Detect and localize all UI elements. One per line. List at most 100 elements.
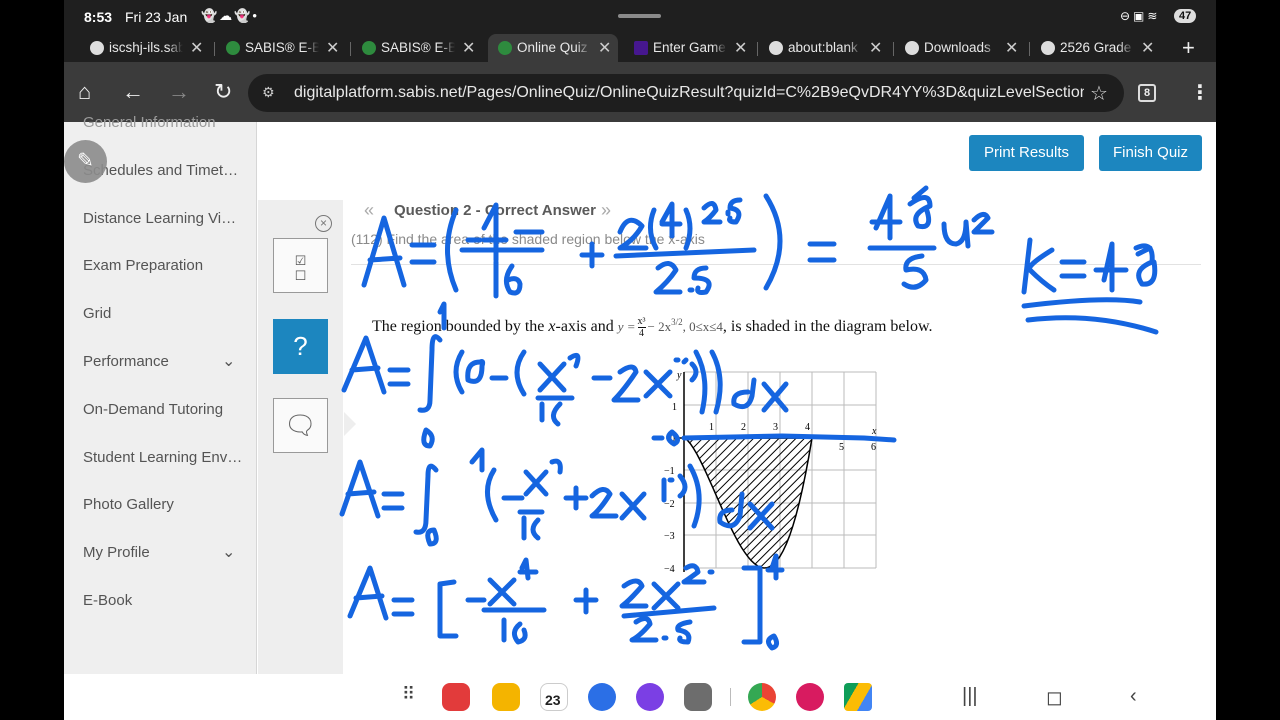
previous-question-icon[interactable]: « [364,200,374,221]
checklist-icon[interactable]: ☑ ☐ [273,238,328,293]
ink-stroke [741,565,763,645]
chevron-down-icon[interactable]: ⌄ [222,542,235,562]
tab-label: SABIS® E-Bo [381,40,455,55]
new-tab-icon[interactable]: + [1182,35,1195,61]
sidebar-item-grid[interactable]: Grid [83,305,111,322]
screen-recorder-app-icon[interactable] [796,683,824,711]
ink-stroke [613,247,757,259]
site-info-icon[interactable]: ⚙ [262,84,275,101]
close-icon[interactable]: ✕ [462,38,475,58]
clock: 8:53 [84,9,113,25]
app-drawer-icon[interactable]: ⠿ [402,684,415,705]
y-axis-label: y [676,370,682,381]
chevron-down-icon[interactable]: ⌄ [222,351,235,371]
drive-app-icon[interactable] [844,683,872,711]
ink-stroke [347,565,389,621]
home-icon[interactable]: ⌂ [78,80,91,104]
close-icon[interactable]: ✕ [190,38,203,58]
kahoot-icon [634,41,648,55]
ink-stroke [445,207,459,293]
function-domain: , 0≤x≤4 [682,319,723,335]
tab-4-active[interactable]: Online Quiz ✕ [488,34,618,62]
close-icon[interactable]: ✕ [1141,38,1154,58]
ink-stroke [611,364,673,403]
y-tick-label: −1 [664,466,675,477]
sidebar-item-performance[interactable]: Performance [83,353,169,370]
ink-stroke [391,597,415,617]
tab-6[interactable]: about:blank ✕ [769,34,889,62]
next-question-icon[interactable]: » [601,200,611,221]
sidebar-item-general-information[interactable]: General Information [83,114,216,131]
multiwindow-handle[interactable] [618,14,661,18]
sidebar-item-distance-learning[interactable]: Distance Learning Vi… [83,210,236,227]
ink-stroke [493,259,523,299]
sidebar-item-on-demand-tutoring[interactable]: On-Demand Tutoring [83,401,223,418]
ink-stroke [341,335,387,395]
ink-stroke [339,459,381,519]
tab-8[interactable]: 2526 Grade ✕ [1041,34,1161,62]
close-icon[interactable]: ✕ [734,38,747,58]
tab-1[interactable]: iscshj-ils.sab ✕ [90,34,210,62]
url-text[interactable]: digitalplatform.sabis.net/Pages/OnlineQu… [294,84,1084,102]
files-app-icon[interactable] [492,683,520,711]
back-nav-icon[interactable]: ‹ [1130,685,1137,708]
camera-app-icon[interactable] [684,683,712,711]
ink-stroke [1021,237,1057,295]
sidebar-item-exam-preparation[interactable]: Exam Preparation [83,257,203,274]
help-icon[interactable]: ? [273,319,328,374]
function-rhs: − 2x [647,319,672,335]
system-icons: ⊖▣≋ [1120,9,1161,23]
pen-edit-icon[interactable]: ✎ [64,140,107,183]
ink-stroke [469,447,485,473]
finish-quiz-button[interactable]: Finish Quiz [1099,135,1202,171]
y-tick-label: −4 [664,564,675,575]
close-icon[interactable]: × [315,215,332,232]
tab-5[interactable]: Enter Game ✕ [634,34,754,62]
question-toolbox: × ☑ ☐ ? 🗨 [258,200,343,674]
close-icon[interactable]: ✕ [598,38,611,58]
close-icon[interactable]: ✕ [1005,38,1018,58]
comment-icon[interactable]: 🗨 [273,398,328,453]
ink-stroke [417,334,443,413]
calendar-app-icon[interactable]: 23 [540,683,568,711]
bookmark-star-icon[interactable]: ☆ [1090,81,1108,106]
tab-switcher-button[interactable]: 8 [1138,84,1156,102]
tab-2[interactable]: SABIS® E-Bo ✕ [226,34,346,62]
messages-app-icon[interactable] [588,683,616,711]
ink-stroke [514,349,581,427]
ink-stroke [421,427,435,449]
sidebar-item-photo-gallery[interactable]: Photo Gallery [83,496,174,513]
tab-7[interactable]: Downloads ✕ [905,34,1025,62]
notes-app-icon[interactable] [442,683,470,711]
chrome-icon [1041,41,1055,55]
tab-3[interactable]: SABIS® E-Bo ✕ [362,34,482,62]
tablet-screen: 8:53 Fri 23 Jan 👻☁👻• ⊖▣≋ 47 iscshj-ils.s… [64,0,1216,720]
ink-stroke [589,487,647,521]
sidebar-item-student-learning[interactable]: Student Learning Env… [83,449,242,466]
fraction: x³ 4 [637,316,646,339]
print-results-button[interactable]: Print Results [969,135,1084,171]
forward-icon[interactable]: → [168,80,190,104]
question-subtitle: (112) Find the area of the shaded region… [351,231,705,247]
sidebar-item-my-profile[interactable]: My Profile [83,544,150,561]
close-icon[interactable]: ✕ [326,38,339,58]
menu-icon[interactable]: ⋮ [1190,80,1210,105]
battery-indicator: 47 [1174,9,1197,23]
address-bar[interactable]: ⚙ digitalplatform.sabis.net/Pages/Online… [248,74,1124,112]
home-button-icon[interactable]: ◻ [1046,685,1063,710]
recents-icon[interactable]: ||| [962,685,978,708]
chrome-app-icon[interactable] [748,683,776,711]
back-icon[interactable]: ← [122,80,144,104]
question-text-part: x [548,318,556,336]
y-tick-label: −2 [664,499,675,510]
reload-icon[interactable]: ↻ [214,80,232,104]
browser-app-icon[interactable] [636,683,664,711]
sidebar-item-ebook[interactable]: E-Book [83,592,132,609]
tab-label: iscshj-ils.sab [109,40,183,55]
ink-stroke [763,193,783,291]
area-diagram: 1 2 3 4 5 6 x 1 0 −1 −2 −3 −4 y [664,370,882,575]
x-tick-label: 5 [839,442,844,453]
close-icon[interactable]: ✕ [869,38,882,58]
sabis-icon [498,41,512,55]
ink-stroke [535,375,613,401]
